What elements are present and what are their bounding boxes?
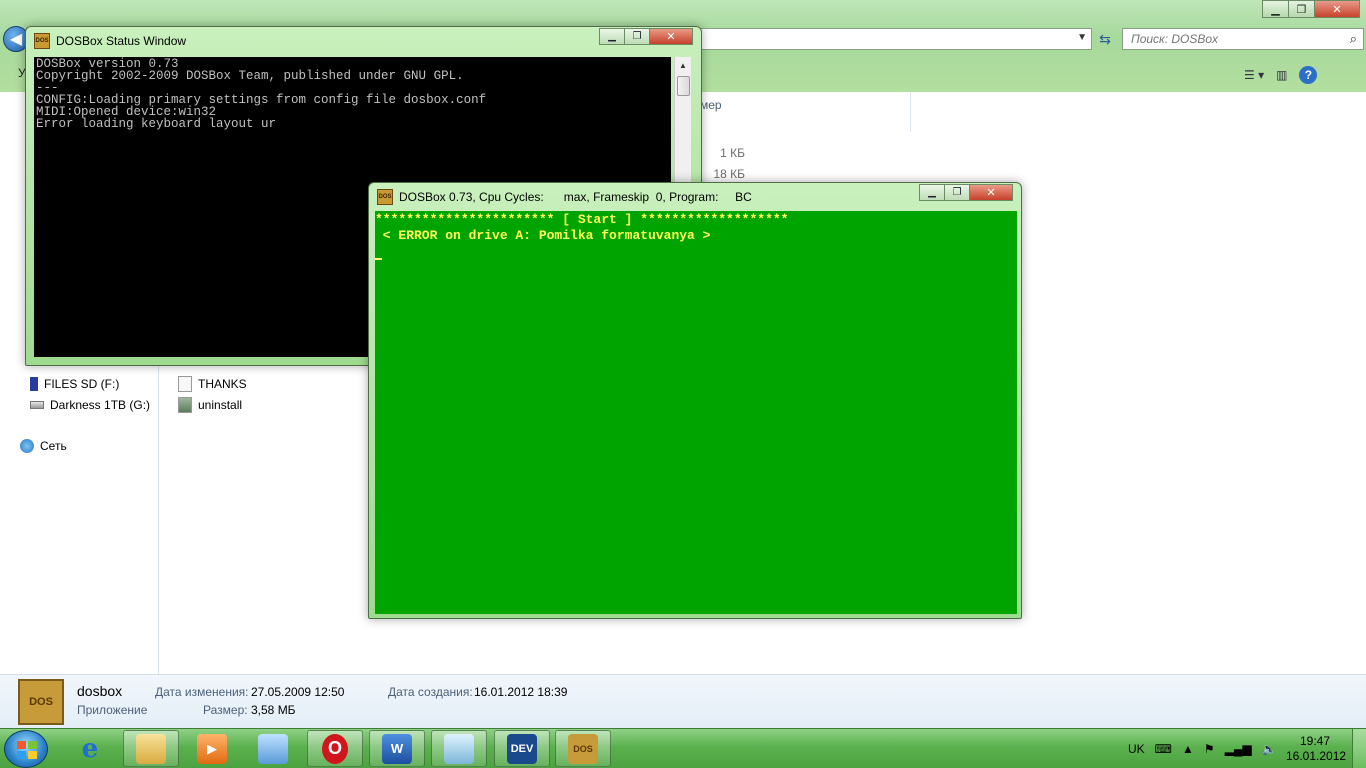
search-box[interactable]: ⌕ bbox=[1122, 28, 1364, 50]
dos-screen-line: *********************** [ Start ] ******… bbox=[375, 212, 789, 227]
internet-explorer-icon: e bbox=[81, 733, 99, 764]
taskbar-dosbox[interactable]: DOS bbox=[555, 730, 611, 767]
minimize-button[interactable]: ▁ bbox=[919, 184, 945, 201]
back-arrow-icon: ◀ bbox=[9, 31, 23, 48]
maximize-button[interactable]: ❐ bbox=[624, 28, 650, 45]
maximize-button[interactable]: ❐ bbox=[944, 184, 970, 201]
paint-icon bbox=[258, 733, 288, 764]
show-hidden-icons-icon[interactable]: ▲ bbox=[1182, 742, 1194, 756]
minimize-button[interactable]: ▁ bbox=[599, 28, 625, 45]
clock[interactable]: 19:47 16.01.2012 bbox=[1286, 734, 1347, 764]
refresh-button[interactable]: ⇆ bbox=[1094, 28, 1116, 50]
text-cursor bbox=[375, 258, 382, 260]
nav-item-label: Сеть bbox=[40, 439, 67, 453]
taskbar-word[interactable]: W bbox=[369, 730, 425, 767]
console-line: Error loading keyboard layout ur bbox=[36, 117, 277, 131]
flag-icon[interactable]: ⚑ bbox=[1204, 742, 1215, 756]
windows-logo-icon bbox=[17, 741, 37, 759]
refresh-icon: ⇆ bbox=[1099, 30, 1111, 47]
taskbar-media[interactable]: ▶ bbox=[184, 730, 240, 767]
column-divider bbox=[910, 92, 911, 132]
minimize-button[interactable]: ▁ bbox=[1262, 0, 1289, 18]
taskbar-dev[interactable]: DEV bbox=[494, 730, 550, 767]
dev-cpp-icon: DEV bbox=[507, 733, 537, 764]
file-name: uninstall bbox=[198, 398, 243, 412]
taskbar-paint[interactable] bbox=[245, 730, 301, 767]
dosbox-icon: DOS bbox=[18, 679, 64, 725]
window-controls: ▁ ❐ ✕ bbox=[599, 28, 693, 45]
nav-item-darkness[interactable]: Darkness 1TB (G:) bbox=[30, 395, 150, 415]
network-icon bbox=[20, 439, 34, 453]
file-size: 1 КБ bbox=[720, 146, 745, 160]
taskbar: e ▶ O W DEV DOS UK ⌨ ▲ ⚑ ▂▄▆ 🔈 19:47 16.… bbox=[0, 728, 1366, 768]
details-pane: DOS dosbox Приложение Дата изменения: 27… bbox=[0, 674, 1366, 728]
show-desktop-button[interactable] bbox=[1352, 729, 1366, 768]
file-name: THANKS bbox=[198, 377, 247, 391]
taskbar-explorer[interactable] bbox=[123, 730, 179, 767]
close-button[interactable]: ✕ bbox=[1314, 0, 1360, 18]
scroll-thumb[interactable] bbox=[677, 76, 690, 96]
preview-pane-icon[interactable]: ▥ bbox=[1276, 68, 1287, 82]
dos-screen[interactable]: *********************** [ Start ] ******… bbox=[375, 211, 1017, 614]
clock-time: 19:47 bbox=[1299, 734, 1331, 748]
taskbar-opera[interactable]: O bbox=[307, 730, 363, 767]
dosbox-icon: DOS bbox=[377, 189, 393, 205]
view-options-icon[interactable]: ☰ ▾ bbox=[1244, 68, 1264, 82]
file-item-uninstall[interactable]: uninstall bbox=[178, 396, 242, 414]
language-indicator[interactable]: UK bbox=[1128, 742, 1145, 756]
details-created-value: 16.01.2012 18:39 bbox=[474, 685, 568, 699]
search-input[interactable] bbox=[1123, 29, 1323, 49]
dosbox-icon: DOS bbox=[568, 733, 598, 764]
media-player-icon: ▶ bbox=[197, 733, 227, 764]
chevron-down-icon[interactable]: ▼ bbox=[1077, 32, 1087, 43]
address-bar[interactable]: ▼ bbox=[700, 28, 1092, 50]
volume-icon[interactable]: 🔈 bbox=[1262, 742, 1277, 756]
maximize-button[interactable]: ❐ bbox=[1288, 0, 1315, 18]
view-controls: ☰ ▾ ▥ ? bbox=[1244, 66, 1318, 84]
system-tray: UK ⌨ ▲ ⚑ ▂▄▆ 🔈 bbox=[1128, 729, 1277, 768]
details-created-label: Дата создания: bbox=[388, 685, 473, 699]
dosbox-icon: DOS bbox=[34, 33, 50, 49]
window-controls: ▁ ❐ ✕ bbox=[919, 184, 1013, 201]
clock-date: 16.01.2012 bbox=[1286, 749, 1347, 763]
dos-screen-line: < ERROR on drive A: Pomilka formatuvanya… bbox=[375, 228, 711, 243]
opera-icon: O bbox=[322, 733, 348, 764]
details-size-value: 3,58 МБ bbox=[251, 703, 296, 717]
close-button[interactable]: ✕ bbox=[649, 28, 693, 45]
scroll-up-icon[interactable]: ▲ bbox=[675, 57, 691, 74]
details-file-type: Приложение bbox=[77, 703, 148, 717]
keyboard-icon[interactable]: ⌨ bbox=[1155, 742, 1172, 756]
window-title: DOSBox Status Window bbox=[56, 34, 187, 48]
column-header-size[interactable]: мер bbox=[700, 98, 722, 112]
file-size: 18 КБ bbox=[713, 167, 745, 181]
folder-explorer-icon bbox=[136, 733, 166, 764]
details-file-name: dosbox bbox=[77, 683, 123, 699]
text-file-icon bbox=[178, 376, 192, 392]
taskbar-ie[interactable]: e bbox=[62, 730, 118, 767]
word-icon: W bbox=[382, 733, 412, 764]
file-item-thanks[interactable]: THANKS bbox=[178, 375, 247, 393]
nav-item-network[interactable]: Сеть bbox=[20, 436, 67, 456]
start-button[interactable] bbox=[4, 730, 48, 768]
sd-card-icon bbox=[30, 377, 38, 391]
nav-item-label: Darkness 1TB (G:) bbox=[50, 398, 151, 412]
console-line: Copyright 2002-2009 DOSBox Team, publish… bbox=[36, 69, 464, 83]
nav-item-files-sd[interactable]: FILES SD (F:) bbox=[30, 374, 119, 394]
help-icon[interactable]: ? bbox=[1299, 66, 1318, 84]
explorer-window-controls: ▁ ❐ ✕ bbox=[1262, 0, 1360, 18]
hard-drive-icon bbox=[30, 401, 44, 409]
search-icon[interactable]: ⌕ bbox=[1350, 31, 1357, 47]
nav-item-label: FILES SD (F:) bbox=[44, 377, 120, 391]
notes-icon bbox=[444, 733, 474, 764]
details-size-label: Размер: bbox=[203, 703, 248, 717]
dosbox-window[interactable]: DOS DOSBox 0.73, Cpu Cycles: max, Frames… bbox=[368, 182, 1022, 619]
close-button[interactable]: ✕ bbox=[969, 184, 1013, 201]
details-modified-label: Дата изменения: bbox=[155, 685, 249, 699]
installer-icon bbox=[178, 397, 192, 413]
taskbar-notes[interactable] bbox=[431, 730, 487, 767]
details-modified-value: 27.05.2009 12:50 bbox=[251, 685, 345, 699]
network-signal-icon[interactable]: ▂▄▆ bbox=[1225, 742, 1252, 756]
window-title: DOSBox 0.73, Cpu Cycles: max, Frameskip … bbox=[399, 190, 752, 204]
